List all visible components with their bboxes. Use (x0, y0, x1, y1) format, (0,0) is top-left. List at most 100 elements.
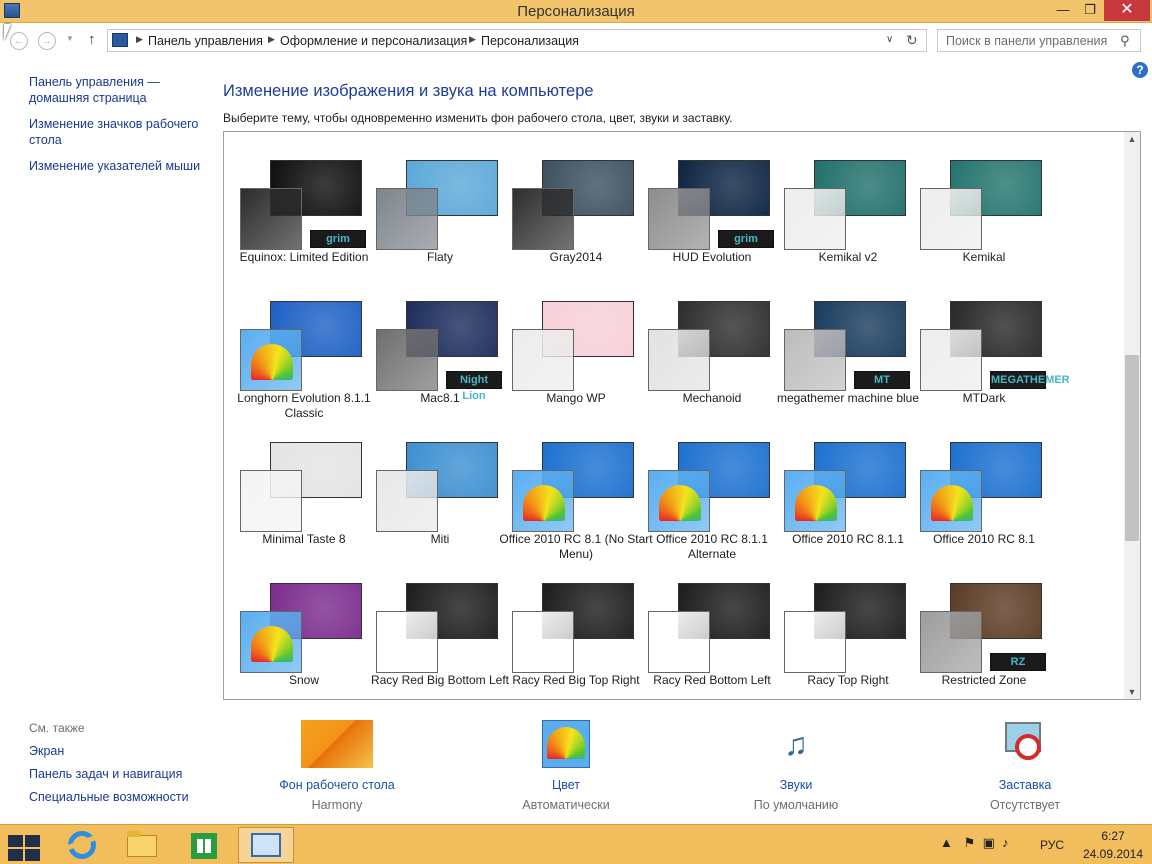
theme-item[interactable]: Gray2014 (498, 142, 634, 283)
help-icon[interactable]: ? (1132, 62, 1148, 78)
color-fan-icon (795, 485, 837, 521)
themes-list[interactable]: grim Equinox: Limited Edition Flaty Gray201… (223, 131, 1141, 700)
no-sign-icon (1015, 734, 1041, 760)
chevron-right-icon[interactable]: ▶ (469, 34, 476, 45)
desktop-background-tool[interactable]: Фон рабочего стола Harmony (262, 720, 412, 812)
breadcrumb-control-panel[interactable]: Панель управления (148, 34, 263, 48)
file-explorer-icon[interactable] (120, 827, 164, 863)
recent-pages-dropdown[interactable]: ▼ (66, 34, 74, 43)
theme-name: Gray2014 (549, 250, 603, 264)
theme-item[interactable]: Minimal Taste 8 (226, 424, 362, 565)
clock-time[interactable]: 6:27 (1080, 829, 1146, 843)
scroll-down-arrow-icon[interactable]: ▼ (1124, 687, 1140, 697)
theme-thumbnail (920, 430, 1048, 532)
see-also-title: См. также (29, 721, 85, 735)
desktop-background-icon (301, 720, 373, 768)
clock-date[interactable]: 24.09.2014 (1074, 847, 1152, 861)
link-taskbar-navigation[interactable]: Панель задач и навигация (29, 767, 182, 781)
theme-item[interactable]: Snow (226, 565, 362, 699)
theme-item[interactable]: Office 2010 RC 8.1 (906, 424, 1042, 565)
color-fan-icon (251, 626, 293, 662)
theme-item[interactable]: Mango WP (498, 283, 634, 424)
store-icon[interactable] (182, 827, 226, 863)
theme-item[interactable]: Racy Red Bottom Left (634, 565, 771, 699)
breadcrumb-appearance[interactable]: Оформление и персонализация (280, 34, 467, 48)
theme-item[interactable]: Kemikal v2 (770, 142, 906, 283)
action-center-flag-icon[interactable]: ⚑ (964, 835, 976, 850)
theme-item[interactable]: Mechanoid (634, 283, 770, 424)
mouse-cursor-icon (4, 24, 18, 41)
scrollbar-thumb[interactable] (1125, 355, 1139, 541)
theme-badge: Night Lion (446, 371, 502, 402)
theme-name: MTDark (962, 391, 1006, 405)
breadcrumb-personalization[interactable]: Персонализация (481, 34, 579, 48)
search-box[interactable]: ⚲ (937, 29, 1141, 52)
sidebar-item-mouse-pointers[interactable]: Изменение указателей мыши (29, 158, 209, 174)
scrollbar[interactable]: ▲ ▼ (1124, 132, 1140, 699)
theme-color-swatch (512, 188, 574, 250)
theme-item[interactable]: Racy Red Big Top Right (498, 565, 640, 699)
desktop-background-label[interactable]: Фон рабочего стола (262, 778, 412, 792)
search-icon[interactable]: ⚲ (1120, 33, 1130, 49)
theme-name: megathemer machine blue (776, 391, 920, 405)
chevron-down-icon[interactable]: ∨ (886, 34, 893, 45)
network-icon[interactable]: ▣ (983, 835, 995, 850)
theme-thumbnail (512, 571, 640, 673)
theme-name: Racy Top Right (807, 673, 889, 687)
up-button[interactable]: ↑ (88, 31, 96, 48)
control-panel-taskbar-button[interactable] (238, 827, 294, 863)
theme-item[interactable]: Racy Top Right (770, 565, 906, 699)
close-button[interactable]: ✕ (1104, 0, 1150, 21)
language-indicator[interactable]: РУС (1040, 838, 1064, 852)
page-subtitle: Выберите тему, чтобы одновременно измени… (223, 111, 733, 125)
forward-button[interactable]: → (38, 32, 56, 50)
theme-thumbnail: grim (240, 148, 368, 250)
theme-name: Miti (430, 532, 450, 546)
theme-item[interactable]: RZ Restricted Zone (906, 565, 1046, 699)
show-hidden-icons-icon[interactable]: ▲ (940, 835, 953, 850)
theme-item[interactable]: MT megathemer machine blue (770, 283, 919, 424)
theme-item[interactable]: Office 2010 RC 8.1.1 (770, 424, 906, 565)
theme-item[interactable]: Night Lion Mac8.1 (362, 283, 502, 424)
screensaver-tool[interactable]: Заставка Отсутствует (950, 720, 1100, 812)
chevron-right-icon[interactable]: ▶ (136, 34, 143, 45)
theme-item[interactable]: Racy Red Big Bottom Left (362, 565, 509, 699)
color-label[interactable]: Цвет (491, 778, 641, 792)
theme-item[interactable]: Flaty (362, 142, 498, 283)
color-fan-icon (547, 727, 585, 759)
theme-item[interactable]: Office 2010 RC 8.1.1 Alternate (634, 424, 770, 565)
theme-thumbnail: Night Lion (376, 289, 504, 402)
theme-item[interactable]: MEGATHEMER MTDark (906, 283, 1070, 424)
theme-thumbnail (240, 430, 368, 532)
theme-thumbnail: MEGATHEMER (920, 289, 1070, 391)
volume-icon[interactable]: ♪ (1002, 835, 1009, 850)
maximize-button[interactable]: ❐ (1077, 0, 1103, 21)
sounds-label[interactable]: Звуки (721, 778, 871, 792)
address-field[interactable]: ▶ Панель управления ▶ Оформление и персо… (107, 29, 927, 52)
theme-name: Kemikal (962, 250, 1006, 264)
search-input[interactable] (940, 32, 1118, 49)
theme-item[interactable]: grim HUD Evolution (634, 142, 774, 283)
start-button[interactable] (6, 833, 40, 861)
theme-item[interactable]: Kemikal (906, 142, 1042, 283)
chevron-right-icon[interactable]: ▶ (268, 34, 275, 45)
link-accessibility[interactable]: Специальные возможности (29, 790, 189, 804)
theme-thumbnail (376, 430, 504, 532)
theme-item[interactable]: Miti (362, 424, 498, 565)
theme-name: HUD Evolution (672, 250, 752, 264)
screensaver-label[interactable]: Заставка (950, 778, 1100, 792)
sidebar-item-desktop-icons[interactable]: Изменение значков рабочего стола (29, 116, 209, 148)
theme-item[interactable]: Office 2010 RC 8.1 (No Start Menu) (498, 424, 653, 565)
theme-item[interactable]: Longhorn Evolution 8.1.1 Classic (226, 283, 371, 424)
minimize-button[interactable]: — (1050, 0, 1076, 21)
theme-item[interactable]: grim Equinox: Limited Edition (226, 142, 368, 283)
link-display[interactable]: Экран (29, 744, 64, 758)
scroll-up-arrow-icon[interactable]: ▲ (1124, 134, 1140, 144)
internet-explorer-icon[interactable] (60, 827, 104, 863)
refresh-icon[interactable]: ↻ (906, 32, 918, 49)
sounds-tool[interactable]: ♫ Звуки По умолчанию (721, 720, 871, 812)
theme-badge: grim (718, 230, 774, 248)
theme-name: Racy Red Big Top Right (512, 673, 640, 687)
sidebar-item-home[interactable]: Панель управления — домашняя страница (29, 74, 209, 106)
color-tool[interactable]: Цвет Автоматически (491, 720, 641, 812)
